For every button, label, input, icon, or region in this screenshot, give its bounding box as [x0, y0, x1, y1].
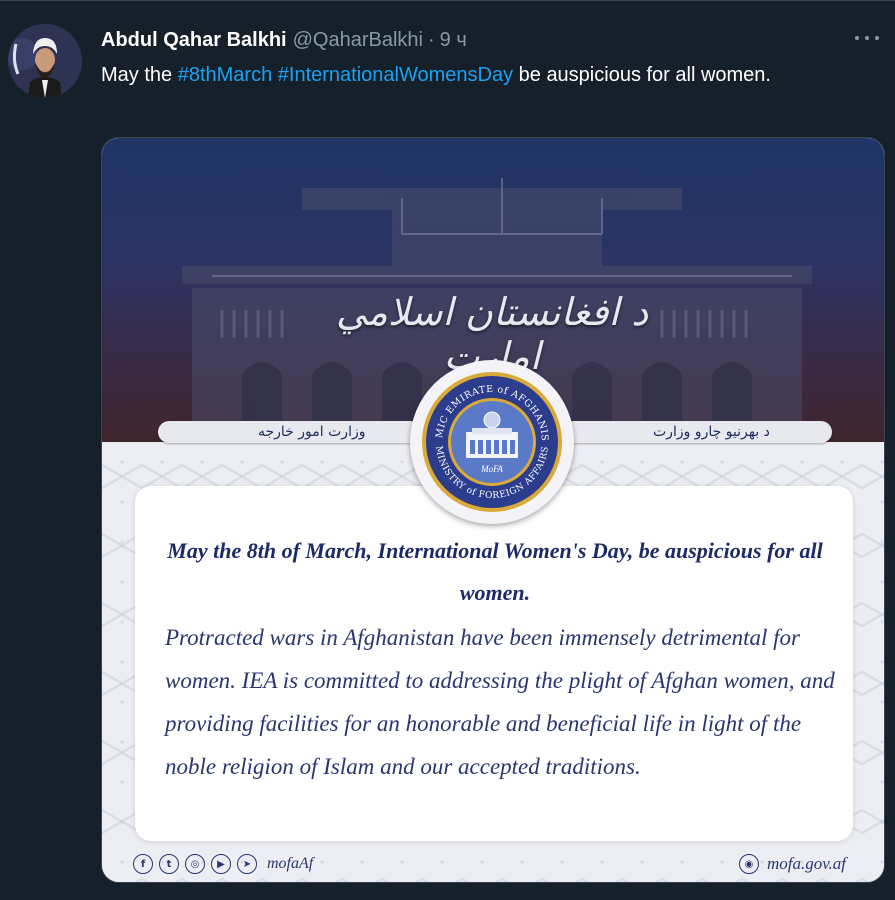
tweet-text-suffix: be auspicious for all women. — [513, 64, 771, 86]
divider — [0, 0, 895, 1]
youtube-icon: ▶ — [211, 854, 231, 874]
globe-icon: ◉ — [738, 854, 759, 874]
mofa-seal-icon: ISLAMIC EMIRATE of AFGHANISTAN MINISTRY … — [420, 370, 562, 512]
instagram-icon: ◎ — [185, 854, 205, 874]
tweet-text: May the #8thMarch #InternationalWomensDa… — [101, 60, 861, 90]
display-name[interactable]: Abdul Qahar Balkhi — [101, 29, 287, 52]
tweet-media-image[interactable]: د افغانستان اسلامي امارت وزارت امور خارج… — [101, 137, 885, 883]
seal-center-text: MoFA — [480, 464, 503, 474]
more-options-button[interactable] — [853, 28, 881, 48]
message-body: Protracted wars in Afghanistan have been… — [165, 625, 835, 779]
more-horizontal-icon — [855, 36, 859, 40]
avatar[interactable] — [8, 24, 82, 98]
more-horizontal-icon — [875, 36, 879, 40]
tweet-text-prefix: May the — [101, 64, 178, 86]
social-icons: f t ◎ ▶ ➤ mofaAf — [133, 854, 313, 874]
website: ◉ mofa.gov.af — [738, 854, 846, 874]
more-horizontal-icon — [865, 36, 869, 40]
twitter-icon: t — [159, 854, 179, 874]
timestamp[interactable]: 9 ч — [440, 29, 467, 52]
label-dari: وزارت امور خارجه — [258, 424, 366, 440]
website-url: mofa.gov.af — [766, 854, 846, 873]
tweet-header: Abdul Qahar Balkhi @QaharBalkhi · 9 ч — [101, 26, 467, 54]
facebook-icon: f — [133, 854, 153, 874]
message-card: May the 8th of March, International Wome… — [135, 486, 853, 841]
separator: · — [427, 28, 435, 51]
label-pashto: د بهرنیو چارو وزارت — [653, 424, 770, 440]
telegram-icon: ➤ — [237, 854, 257, 874]
media-footer: f t ◎ ▶ ➤ mofaAf ◉ mofa.gov.af — [102, 848, 884, 882]
message-headline: May the 8th of March, International Wome… — [167, 538, 823, 605]
hashtag-8thmarch[interactable]: #8thMarch — [178, 64, 273, 86]
user-handle[interactable]: @QaharBalkhi — [293, 29, 423, 52]
social-handle: mofaAf — [267, 855, 314, 872]
hashtag-internationalwomensday[interactable]: #InternationalWomensDay — [278, 64, 513, 86]
